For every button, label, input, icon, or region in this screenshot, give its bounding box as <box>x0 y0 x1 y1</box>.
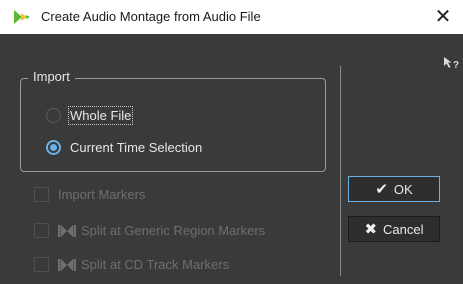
split-region-markers-label: Split at Generic Region Markers <box>81 223 266 238</box>
close-button[interactable]: ✕ <box>428 3 458 31</box>
split-cd-track-markers-label: Split at CD Track Markers <box>81 257 230 272</box>
radio-whole-file-label: Whole File <box>67 106 134 125</box>
split-region-markers-checkbox[interactable] <box>34 223 49 238</box>
ok-button-label: OK <box>393 181 413 197</box>
checkmark-icon: ✔ <box>375 181 388 198</box>
radio-current-time-selection-label: Current Time Selection <box>70 140 203 155</box>
context-help-icon[interactable]: ? <box>443 56 461 70</box>
import-markers-label: Import Markers <box>58 187 146 202</box>
svg-text:?: ? <box>453 60 459 70</box>
title-bar: Create Audio Montage from Audio File ✕ <box>0 0 463 34</box>
import-groupbox <box>20 78 326 172</box>
vertical-divider <box>340 66 341 276</box>
ok-button[interactable]: ✔ OK <box>348 176 440 202</box>
split-cd-track-markers-checkbox[interactable] <box>34 257 49 272</box>
import-group-title: Import <box>28 69 75 84</box>
import-markers-checkbox[interactable] <box>34 187 49 202</box>
window-title: Create Audio Montage from Audio File <box>41 9 261 24</box>
cancel-button-label: Cancel <box>383 221 424 237</box>
cancel-button[interactable]: ✖ Cancel <box>348 216 440 242</box>
wavelab-logo-icon <box>14 10 30 24</box>
radio-button[interactable] <box>46 108 61 123</box>
region-marker-icon <box>58 225 76 237</box>
cross-icon: ✖ <box>364 221 378 238</box>
radio-button-selected[interactable] <box>46 140 61 155</box>
cd-track-marker-icon <box>58 259 76 271</box>
close-icon: ✕ <box>434 6 452 28</box>
